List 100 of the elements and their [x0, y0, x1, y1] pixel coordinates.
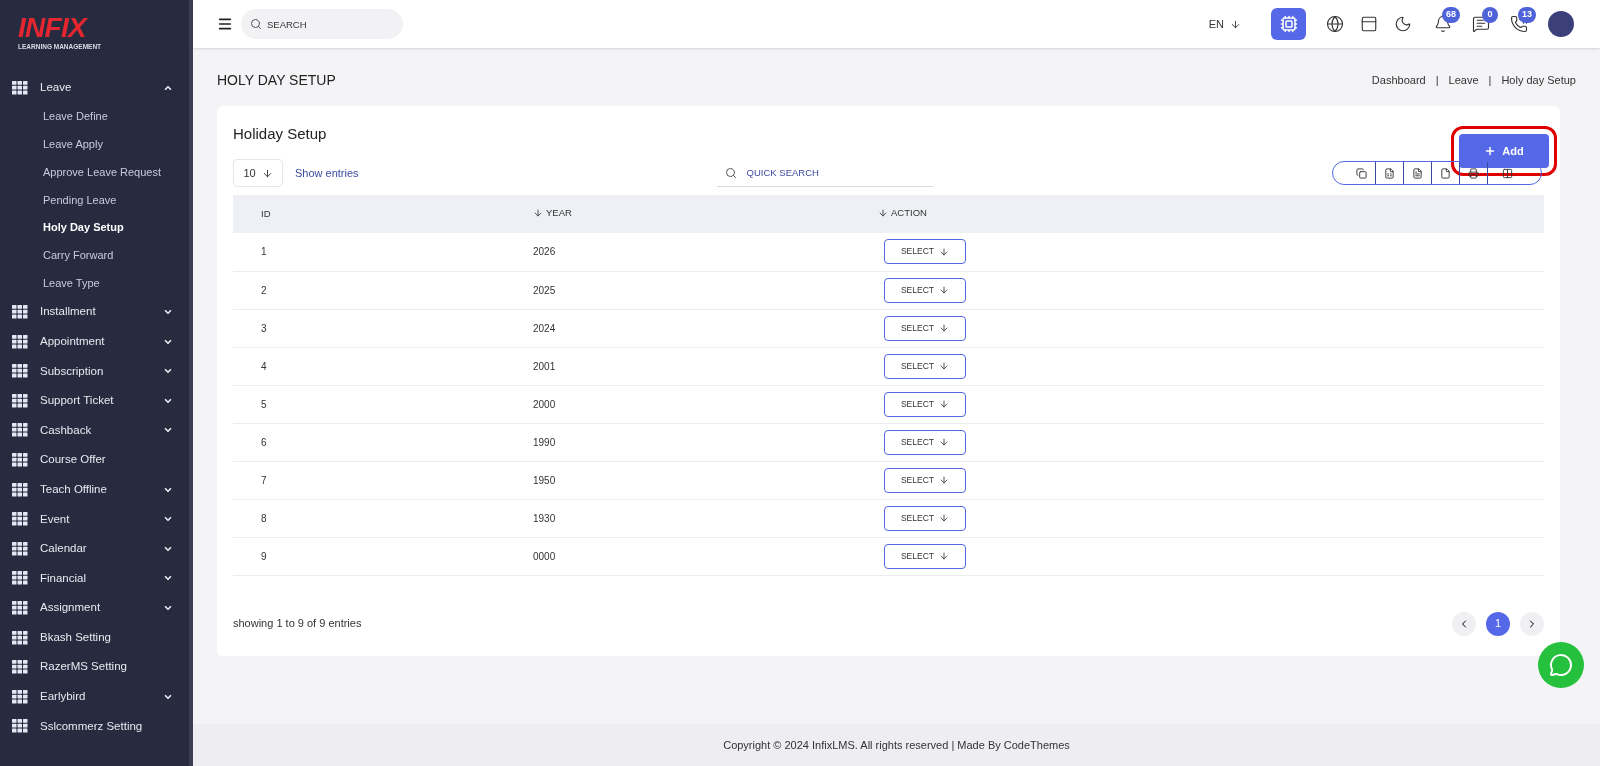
- grid-icon: [12, 364, 28, 379]
- sidebar-item[interactable]: Calendar: [0, 533, 189, 564]
- sidebar-item[interactable]: Appointment: [0, 326, 189, 357]
- table-cell: 2025: [533, 271, 878, 309]
- sidebar-item[interactable]: Earlybird: [0, 681, 189, 712]
- table-cell: 0000: [533, 537, 878, 575]
- arrow-down-icon: [939, 399, 950, 409]
- column-header[interactable]: ACTION: [878, 195, 1544, 233]
- avatar[interactable]: [1548, 11, 1574, 37]
- table-cell: 2024: [533, 309, 878, 347]
- select-button[interactable]: SELECT: [884, 391, 966, 417]
- breadcrumb-separator: |: [1488, 72, 1492, 88]
- grid-icon: [12, 571, 28, 586]
- table-cell: 2: [233, 271, 533, 309]
- layout-icon[interactable]: [1360, 15, 1378, 33]
- bell-icon[interactable]: [1434, 15, 1452, 33]
- sidebar-item[interactable]: Installment: [0, 297, 189, 327]
- grid-icon: [12, 541, 28, 556]
- table-cell: 1930: [533, 499, 878, 537]
- select-button[interactable]: SELECT: [884, 277, 966, 303]
- globe-icon[interactable]: [1326, 15, 1344, 33]
- footer-text: Copyright © 2024 InfixLMS. All rights reserved | Made By CodeThemes: [723, 737, 1070, 753]
- arrow-down-icon: [261, 167, 273, 179]
- table-cell: 6: [233, 423, 533, 461]
- grid-icon: [12, 660, 28, 675]
- table-cell: 2000: [533, 385, 878, 423]
- sidebar-item[interactable]: Cashback: [0, 415, 189, 446]
- page-button[interactable]: 1: [1486, 611, 1510, 636]
- count-badge: 68: [1442, 7, 1460, 23]
- arrow-down-icon: [939, 246, 950, 257]
- language-selector[interactable]: EN: [1208, 15, 1241, 33]
- sidebar-item[interactable]: Support Ticket: [0, 385, 189, 416]
- sidebar-item[interactable]: Subscription: [0, 356, 189, 386]
- breadcrumb-link[interactable]: Dashboard: [1371, 71, 1426, 89]
- arrow-down-icon: [939, 513, 950, 523]
- sidebar-item[interactable]: Event: [0, 504, 189, 534]
- chat-icon: [1549, 653, 1573, 677]
- arrow-down-icon: [939, 323, 950, 333]
- table-cell: 2001: [533, 347, 878, 385]
- grid-icon: [12, 452, 28, 467]
- count-badge: 0: [1482, 7, 1498, 23]
- message-icon[interactable]: [1472, 15, 1490, 33]
- arrow-down-icon: [939, 361, 950, 371]
- arrow-down-icon: [1230, 18, 1241, 30]
- select-button[interactable]: SELECT: [884, 429, 966, 455]
- submenu-item[interactable]: Carry Forward: [0, 241, 189, 270]
- moon-icon[interactable]: [1394, 15, 1412, 33]
- submenu-item[interactable]: Holy Day Setup: [0, 213, 189, 242]
- table-cell: 1950: [533, 461, 878, 499]
- table-cell: 5: [233, 385, 533, 423]
- sidebar-item[interactable]: Course Offer: [0, 445, 189, 475]
- submenu-item[interactable]: Pending Leave: [0, 186, 189, 214]
- arrow-down-icon: [939, 475, 950, 485]
- arrow-down-icon: [939, 437, 950, 447]
- search-icon: [250, 18, 262, 30]
- submenu-item[interactable]: Leave Type: [0, 269, 189, 298]
- sidebar-item[interactable]: RazerMS Setting: [0, 652, 189, 682]
- select-button[interactable]: SELECT: [884, 505, 966, 531]
- select-button[interactable]: SELECT: [884, 353, 966, 379]
- chip-icon: [1279, 15, 1298, 33]
- grid-icon: [12, 630, 28, 645]
- show-entries-label: Show entries: [295, 165, 359, 181]
- logo-text: INFIX: [18, 14, 87, 42]
- column-header[interactable]: ID: [233, 195, 533, 233]
- sidebar-item[interactable]: Leave: [0, 73, 189, 103]
- breadcrumb-link[interactable]: Leave: [1448, 71, 1479, 89]
- sidebar-item[interactable]: Sslcommerz Setting: [0, 711, 189, 742]
- search-field[interactable]: SEARCH: [241, 9, 403, 39]
- card-title: Holiday Setup: [233, 124, 327, 144]
- grid-icon: [12, 600, 28, 615]
- page-size-select[interactable]: 10: [233, 159, 283, 187]
- submenu-item[interactable]: Leave Apply: [0, 130, 189, 159]
- grid-icon: [12, 80, 28, 95]
- grid-icon: [12, 689, 28, 704]
- ai-button[interactable]: [1271, 8, 1306, 40]
- table-cell: 8: [233, 499, 533, 537]
- breadcrumb-link[interactable]: Holy day Setup: [1501, 71, 1576, 89]
- grid-icon: [12, 423, 28, 438]
- select-button[interactable]: SELECT: [884, 543, 966, 569]
- arrow-down-icon: [939, 285, 950, 295]
- entries-summary: showing 1 to 9 of 9 entries: [233, 616, 362, 632]
- column-header[interactable]: YEAR: [533, 195, 878, 233]
- quick-search-field[interactable]: QUICK SEARCH: [716, 159, 933, 187]
- select-button[interactable]: SELECT: [884, 467, 966, 493]
- select-button[interactable]: SELECT: [884, 239, 966, 265]
- select-button[interactable]: SELECT: [884, 315, 966, 341]
- breadcrumb-separator: |: [1435, 72, 1439, 88]
- menu-icon[interactable]: [217, 16, 233, 32]
- table-cell: 7: [233, 461, 533, 499]
- sidebar-item[interactable]: Bkash Setting: [0, 622, 189, 653]
- table-cell: 3: [233, 309, 533, 347]
- sidebar-item[interactable]: Assignment: [0, 593, 189, 623]
- submenu-item[interactable]: Approve Leave Request: [0, 158, 189, 186]
- sidebar-item[interactable]: Financial: [0, 563, 189, 594]
- submenu-item[interactable]: Leave Define: [0, 102, 189, 131]
- arrow-down-icon: [939, 551, 950, 561]
- grid-icon: [12, 393, 28, 408]
- grid-icon: [12, 304, 28, 319]
- sort-arrow-icon: [878, 207, 888, 218]
- sidebar-item[interactable]: Teach Offline: [0, 474, 189, 505]
